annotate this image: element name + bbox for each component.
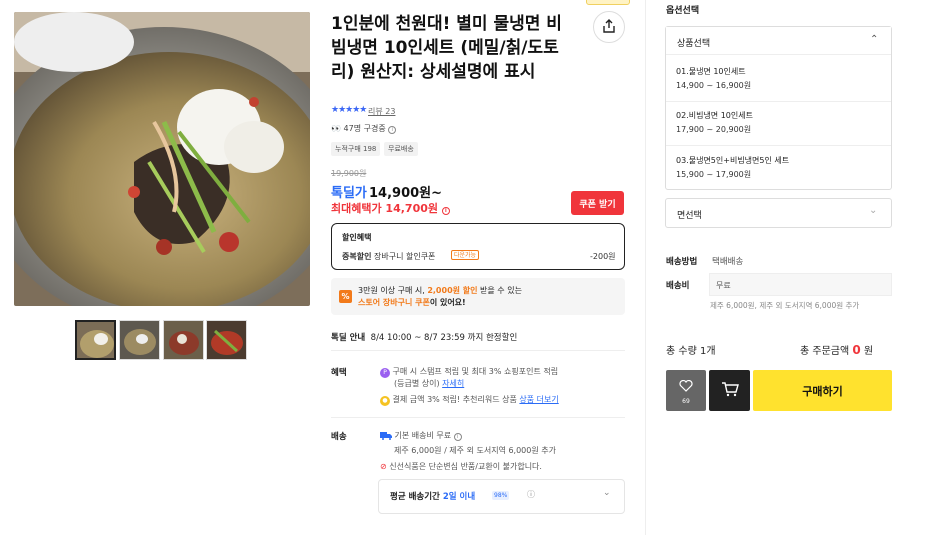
top-tag	[586, 0, 630, 5]
point-icon: P	[380, 367, 390, 378]
shipping-method-label: 배송방법	[666, 257, 698, 267]
viewers-count: 👀 47명 구경중 i	[331, 123, 397, 134]
product-title: 1인분에 천원대! 별미 물냉면 비빔냉면 10인세트 (메밀/칡/도토리) 원…	[331, 14, 562, 82]
free-shipping-chip: 무료배송	[384, 142, 418, 156]
coupon-download-badge[interactable]: 다운가능	[451, 250, 480, 260]
product-thumbnail-2[interactable]	[119, 320, 160, 360]
divider	[331, 350, 625, 351]
promo-line-2: 스토어 장바구니 쿠폰이 있어요!	[358, 298, 466, 307]
total-amount: 총 주문금액 0 원	[800, 343, 874, 357]
option-item-1-price: 14,900 ~ 16,900원	[676, 81, 752, 90]
total-quantity: 총 수량 1개	[666, 346, 716, 357]
delivery-rate-badge: 98%	[492, 491, 510, 500]
no-entry-icon: ⊘	[380, 462, 387, 471]
eyes-icon: 👀	[331, 124, 344, 133]
info-icon[interactable]: i	[453, 433, 462, 441]
buy-now-button[interactable]: 구매하기	[753, 370, 892, 411]
shipping-base: 기본 배송비 무료 i	[380, 430, 462, 441]
promo-line-1: 3만원 이상 구매 시, 2,000원 할인 받을 수 있는	[358, 286, 522, 295]
percent-icon: %	[339, 290, 352, 303]
info-icon[interactable]: i	[388, 126, 397, 134]
info-icon[interactable]: i	[441, 207, 450, 215]
benefit-stamp: P 구매 시 스탬프 적립 및 최대 3% 쇼핑포인트 적립	[380, 366, 558, 378]
shipping-warning: ⊘ 신선식품은 단순변심 반품/교환이 불가합니다.	[380, 462, 542, 471]
shipping-fee-box	[709, 273, 892, 296]
discount-benefit-box	[331, 223, 625, 270]
product-thumbnail-1[interactable]	[75, 320, 116, 360]
max-benefit-price: 최대혜택가 14,700원 i	[331, 200, 450, 216]
add-to-cart-button[interactable]	[709, 370, 750, 411]
chevron-down-icon: ⌄	[869, 205, 878, 216]
deal-guide: 톡딜 안내 8/4 10:00 ~ 8/7 23:59 까지 한정할인	[331, 333, 518, 343]
rating-stars: ★★★★★	[331, 105, 367, 115]
shipping-extra: 제주 6,000원 / 제주 외 도서지역 6,000원 추가	[394, 446, 556, 455]
discount-amount: -200원	[590, 252, 616, 261]
divider	[666, 101, 891, 102]
shipping-label: 배송	[331, 432, 347, 442]
option-item-1-name[interactable]: 01.물냉면 10인세트	[676, 66, 746, 77]
shipping-fee-value: 무료	[716, 281, 731, 290]
divider	[666, 145, 891, 146]
share-icon	[602, 18, 616, 37]
product-select-label: 상품선택	[677, 39, 711, 49]
shipping-method-value: 택배배송	[712, 257, 744, 267]
benefits-label: 혜택	[331, 368, 347, 378]
option-item-3-price: 15,900 ~ 17,900원	[676, 170, 752, 179]
more-products-link[interactable]: 상품 더보기	[519, 395, 558, 404]
option-item-3-name[interactable]: 03.물냉면5인+비빔냉면5인 세트	[676, 155, 789, 166]
benefit-reward: ● 결제 금액 3% 적립! 추천리워드 상품 상품 더보기	[380, 394, 559, 406]
product-thumbnail-4[interactable]	[206, 320, 247, 360]
option-section-title: 옵션선택	[666, 6, 700, 16]
detail-link[interactable]: 자세히	[442, 379, 464, 388]
deal-price-label: 톡딜가	[331, 186, 367, 201]
cart-icon	[721, 381, 739, 401]
divider	[331, 417, 625, 418]
reward-coin-icon: ●	[380, 395, 390, 406]
shipping-fee-label: 배송비	[666, 281, 690, 291]
avg-delivery-text: 평균 배송기간 2일 이내	[390, 492, 476, 502]
shipping-fee-note: 제주 6,000원, 제주 외 도서지역 6,000원 추가	[710, 301, 860, 310]
product-main-image	[14, 12, 310, 306]
product-thumbnail-3[interactable]	[163, 320, 204, 360]
discount-benefit-title: 할인혜택	[342, 233, 372, 242]
discount-row: 중복할인 장바구니 할인쿠폰	[342, 252, 436, 261]
wishlist-button[interactable]: 69	[666, 370, 706, 411]
benefit-stamp-detail: (등급별 상이) 자세히	[394, 379, 465, 388]
original-price: 19,900원	[331, 169, 367, 178]
option-item-2-name[interactable]: 02.비빔냉면 10인세트	[676, 110, 753, 121]
purchase-count-chip: 누적구매 198	[331, 142, 381, 156]
wishlist-count: 69	[682, 397, 690, 405]
review-link[interactable]: 리뷰 23	[368, 106, 395, 117]
coupon-button[interactable]: 쿠폰 받기	[571, 191, 624, 215]
deal-price: 14,900원~	[369, 186, 443, 201]
heart-icon	[679, 377, 693, 396]
option-item-2-price: 17,900 ~ 20,900원	[676, 125, 752, 134]
share-button[interactable]	[593, 11, 625, 43]
info-icon[interactable]: ⓘ	[527, 489, 535, 500]
chevron-down-icon: ⌄	[603, 488, 611, 498]
noodle-select-label: 면선택	[677, 211, 702, 221]
panel-divider	[645, 0, 646, 535]
truck-icon	[380, 431, 395, 440]
chevron-up-icon: ⌃	[870, 34, 879, 45]
